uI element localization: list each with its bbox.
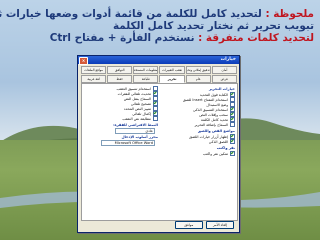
caption-line-2: تبويب تحرير ثم نختار تحديد كامل الكلمة: [112, 20, 314, 32]
tab-tabs_row1-3[interactable]: معلومات المستخدم: [133, 66, 159, 74]
options-column-right: خيارات التحرير الكتابة فوق التحديد استخدام…: [161, 86, 235, 158]
tab-row: عرض عام تحرير طباعة حفظ لغة عربية: [80, 75, 237, 83]
option-row[interactable]: مطابقة نص التعقب: [84, 116, 158, 121]
option-row[interactable]: السماح بإضافة التحرير: [161, 122, 235, 127]
option-label: الكتابة فوق التحديد: [199, 92, 228, 97]
group-title: مواضع القص واللصق: [197, 129, 235, 133]
option-label: وضع الاستبدال: [206, 102, 228, 107]
tab-tabs_row1-0[interactable]: أمان: [211, 66, 237, 74]
option-checkbox[interactable]: [230, 122, 235, 127]
option-label: تحديث تلقائي للفقرات: [117, 91, 151, 96]
option-checkbox[interactable]: [153, 116, 158, 121]
options-group: نقر واكتب تمكين نقر واكتب: [161, 146, 235, 156]
options-dialog: خيارات × أمان تدقيق إملائي ونحوي تعقب التغ…: [77, 55, 240, 233]
tab-tabs_row1-5[interactable]: مواقع الملفات: [80, 66, 107, 74]
dialog-title: خيارات: [220, 57, 236, 62]
tab-tabs_row2-5[interactable]: لغة عربية: [80, 75, 107, 83]
caption-text: لتحديد كامل للكلمة من قائمة أدوات وضعها …: [0, 8, 262, 20]
cancel-button[interactable]: إلغاء الأمر: [206, 221, 234, 229]
dialog-titlebar[interactable]: خيارات ×: [78, 56, 239, 65]
tab-tabs_row1-1[interactable]: تدقيق إملائي ونحوي: [185, 66, 211, 74]
option-row[interactable]: اللصق الذكي: [161, 139, 235, 144]
options-group: مواضع القص واللصق إظهار أزرار خيارات اللص…: [161, 129, 235, 144]
caption-line-3: لتحديد كلمات متفرقة : نستخدم الفأرة + مف…: [0, 32, 314, 44]
option-label: تحديد كامل الكلمة: [200, 117, 228, 122]
option-label: مطابقة نص التعقب: [122, 116, 151, 121]
tab-tabs_row2-1[interactable]: عام: [185, 75, 211, 83]
option-label: اللصق الذكي: [208, 139, 228, 144]
tab-tabs_row2-4[interactable]: حفظ: [107, 75, 133, 83]
close-icon[interactable]: ×: [79, 57, 88, 65]
instruction-caption: ملحوظة : لتحديد كامل للكلمة من قائمة أدو…: [0, 8, 314, 44]
options-group: استخدام تنسيق التعقب تحديث تلقائي للفقرات…: [84, 86, 158, 121]
tab-tabs_row1-2[interactable]: تعقب التغييرات: [159, 66, 185, 74]
group-title: خيارات التحرير: [208, 87, 235, 91]
option-label: سحب وإفلات النص: [199, 112, 228, 117]
option-row[interactable]: تمكين نقر واكتب: [161, 151, 235, 156]
default-style-label: النمط الافتراضي للفقرة:: [113, 123, 158, 127]
tab-tabs_row2-2[interactable]: تحرير: [159, 75, 185, 83]
left-options-list: استخدام تنسيق التعقب تحديث تلقائي للفقرات…: [84, 86, 158, 121]
caption-note-label: ملحوظة :: [265, 8, 314, 20]
dialog-buttons: إلغاء الأمر موافق: [81, 221, 236, 229]
tab-tabs_row1-4[interactable]: التوافق: [107, 66, 133, 74]
option-label: استخدام المفتاح Insert للصق: [182, 97, 228, 102]
option-label: تمييز النص المحدد: [123, 106, 151, 111]
option-checkbox[interactable]: [230, 151, 235, 156]
default-style-field[interactable]: عادي: [115, 128, 155, 134]
ok-button[interactable]: موافق: [174, 221, 203, 229]
caption-note-label: لتحديد كلمات متفرقة :: [198, 32, 314, 44]
caption-line-1: ملحوظة : لتحديد كامل للكلمة من قائمة أدو…: [0, 8, 314, 20]
option-label: إكمال تلقائي: [132, 111, 151, 116]
option-label: تصحيح تلقائي: [130, 101, 151, 106]
dialog-tabs: أمان تدقيق إملائي ونحوي تعقب التغييرات معلو…: [80, 66, 237, 84]
edit-tab-panel: خيارات التحرير الكتابة فوق التحديد استخدام…: [81, 83, 238, 221]
caption-text: نستخدم الفأرة + مفتاح Ctrl: [49, 32, 195, 44]
ime-field[interactable]: Microsoft Office Word: [101, 140, 155, 146]
ime-label: محرر أسلوب الإدخال: [121, 135, 158, 139]
options-group: خيارات التحرير الكتابة فوق التحديد استخدام…: [161, 87, 235, 127]
options-column-left: استخدام تنسيق التعقب تحديث تلقائي للفقرات…: [84, 86, 158, 147]
option-label: استخدام تنسيق التعقب: [116, 86, 151, 91]
option-label: استخدام التنسيق الذكي: [192, 107, 228, 112]
option-label: السماح بنقل النص: [123, 96, 151, 101]
option-label: السماح بإضافة التحرير: [194, 122, 228, 127]
tab-row: أمان تدقيق إملائي ونحوي تعقب التغييرات معلو…: [80, 66, 237, 74]
group-title: نقر واكتب: [216, 146, 235, 150]
tab-tabs_row2-0[interactable]: عرض: [211, 75, 237, 83]
tab-tabs_row2-3[interactable]: طباعة: [133, 75, 159, 83]
option-label: تمكين نقر واكتب: [202, 151, 228, 156]
option-checkbox[interactable]: [230, 139, 235, 144]
option-label: إظهار أزرار خيارات اللصق: [189, 134, 228, 139]
